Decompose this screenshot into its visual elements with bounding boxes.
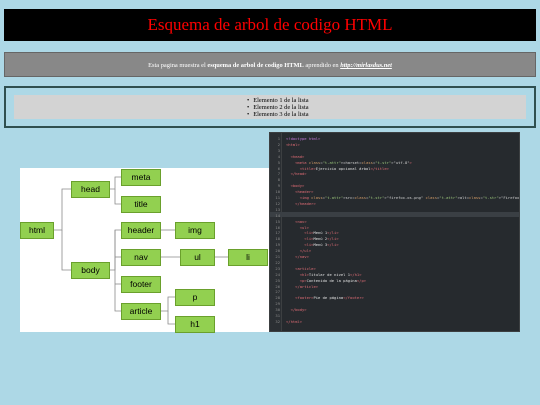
line-number: 19: [275, 242, 280, 248]
line-number: 2: [277, 141, 280, 147]
current-line-highlight: [270, 212, 519, 218]
intro-text-before: Esta pagina muestra el: [148, 62, 208, 69]
code-line: <p>Contenido de la página</p>: [299, 277, 367, 283]
code-line: <header>: [295, 189, 314, 195]
line-number: 30: [275, 307, 280, 313]
line-number: 20: [275, 248, 280, 254]
code-line: <!doctype html>: [286, 136, 321, 141]
list-panel: Elemento 1 de la lista Elemento 2 de la …: [14, 95, 526, 119]
tree-node-ul: ul: [180, 249, 215, 266]
line-number: 15: [275, 218, 280, 224]
line-number: 1: [277, 136, 280, 141]
tree-node-h1: h1: [175, 316, 215, 333]
intro-link[interactable]: http://mirlasdus.net: [340, 62, 392, 69]
line-number: 9: [277, 183, 280, 189]
code-line: </body>: [290, 307, 307, 313]
list-box: Elemento 1 de la lista Elemento 2 de la …: [4, 86, 536, 128]
line-number: 32: [275, 318, 280, 324]
code-line: </head>: [290, 171, 307, 177]
code-line: <nav>: [295, 218, 307, 224]
tree-node-html: html: [20, 222, 54, 239]
tree-node-li: li: [228, 249, 268, 266]
code-line: </header>: [295, 200, 316, 206]
code-line: <li>Menú 3</li>: [304, 242, 339, 248]
line-number: 31: [275, 313, 280, 318]
line-number: 11: [275, 195, 280, 200]
html-tree-diagram: html head meta title body header img nav…: [20, 168, 269, 333]
code-line: </html>: [286, 318, 303, 324]
list-item: Elemento 3 de la lista: [247, 111, 308, 118]
tree-node-footer: footer: [121, 276, 161, 293]
line-number: 22: [275, 259, 280, 265]
code-line: <head>: [290, 153, 305, 159]
code-line: <article>: [295, 265, 316, 271]
code-line: </ul>: [299, 248, 312, 254]
tree-node-nav: nav: [121, 249, 161, 266]
code-line: <footer>Pie de página</footer>: [295, 295, 364, 301]
code-editor-screenshot: 1 <!doctype html> 2 <html> 3 4 <head> 5 <meta …: [269, 132, 520, 332]
line-number: 12: [275, 200, 280, 206]
tree-node-p: p: [175, 289, 215, 306]
line-number: 21: [275, 254, 280, 259]
intro-banner: Esta pagina muestra el esquema de arbol …: [4, 52, 536, 77]
code-line: <html>: [286, 141, 300, 147]
tree-node-body: body: [71, 262, 110, 279]
line-number: 16: [275, 224, 280, 230]
tree-node-header: header: [121, 222, 161, 239]
tree-node-img: img: [175, 222, 215, 239]
line-number: 23: [275, 265, 280, 271]
list-item: Elemento 2 de la lista: [247, 104, 308, 111]
intro-bold-text: esquema de arbol de codigo HTML: [207, 62, 304, 69]
page-header: Esquema de arbol de codigo HTML: [4, 9, 536, 41]
tree-node-title: title: [121, 196, 161, 213]
code-line: <li>Menú 1</li>: [304, 230, 339, 236]
tree-node-meta: meta: [121, 169, 161, 186]
tree-node-article: article: [121, 303, 161, 320]
element-list: Elemento 1 de la lista Elemento 2 de la …: [247, 97, 308, 118]
line-number: 25: [275, 277, 280, 283]
line-number: 8: [277, 177, 280, 183]
code-line: <title>Ejercicio opcional árbol</title>: [299, 165, 389, 171]
line-number: 4: [277, 153, 280, 159]
list-item: Elemento 1 de la lista: [247, 97, 308, 104]
code-line: <meta class="t-attr">charset=class="t-st…: [295, 159, 412, 165]
code-line: <h1>Titular de nivel 1</h1>: [299, 271, 362, 277]
code-line: </nav>: [295, 254, 309, 259]
line-number: 24: [275, 271, 280, 277]
line-number: 27: [275, 289, 280, 295]
line-number: 26: [275, 283, 280, 289]
code-line: </article>: [295, 283, 319, 289]
line-number: 3: [277, 147, 280, 153]
line-number: 5: [277, 159, 280, 165]
code-line: <body>: [290, 183, 305, 189]
code-line: <li>Menú 2</li>: [304, 236, 339, 242]
tree-node-head: head: [71, 181, 110, 198]
line-number: 13: [275, 206, 280, 212]
line-number: 28: [275, 295, 280, 301]
line-number: 6: [277, 165, 280, 171]
code-line: <ul>: [299, 224, 309, 230]
line-number: 7: [277, 171, 280, 177]
line-number: 18: [275, 236, 280, 242]
line-number: 10: [275, 189, 280, 195]
page-title: Esquema de arbol de codigo HTML: [147, 15, 393, 34]
intro-text-middle: aprendido en: [303, 62, 341, 69]
line-number: 29: [275, 301, 280, 307]
line-number: 17: [275, 230, 280, 236]
line-number: 14: [275, 212, 280, 218]
code-line: <img class="t-attr">src=class="t-str">"f…: [299, 195, 520, 200]
